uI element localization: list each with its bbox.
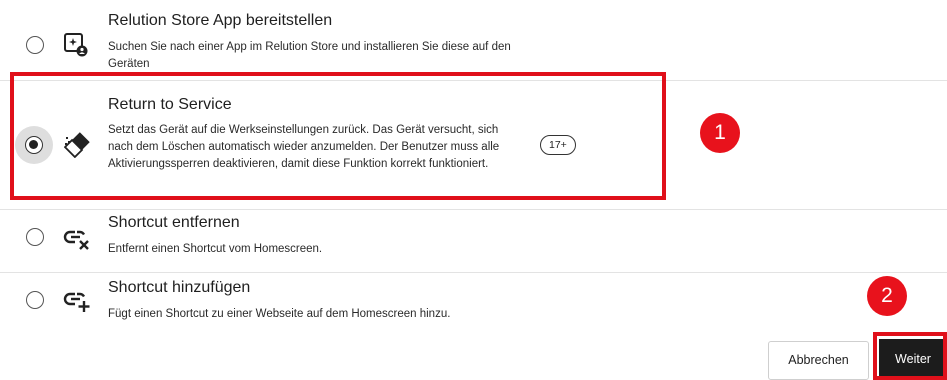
highlight-box-next-button [873, 332, 947, 380]
option-description: Entfernt einen Shortcut vom Homescreen. [108, 243, 323, 255]
option-shortcut-add[interactable]: Shortcut hinzufügen Fügt einen Shortcut … [0, 273, 947, 333]
option-title: Relution Store App bereitstellen [108, 12, 333, 29]
option-shortcut-remove[interactable]: Shortcut entfernen Entfernt einen Shortc… [0, 210, 947, 268]
option-title: Shortcut entfernen [108, 214, 240, 231]
link-remove-icon [63, 225, 89, 251]
annotation-marker-1: 1 [700, 113, 740, 153]
radio-store-app[interactable] [26, 36, 44, 54]
option-title: Shortcut hinzufügen [108, 279, 251, 296]
annotation-marker-2: 2 [867, 276, 907, 316]
radio-shortcut-add[interactable] [26, 291, 44, 309]
cancel-button[interactable]: Abbrechen [768, 341, 869, 380]
store-app-icon [62, 31, 88, 57]
option-description: Suchen Sie nach einer App im Relution St… [108, 41, 511, 70]
option-description: Fügt einen Shortcut zu einer Webseite au… [108, 308, 451, 320]
radio-shortcut-remove[interactable] [26, 228, 44, 246]
link-add-icon [63, 287, 90, 313]
highlight-box-selected-option [10, 72, 666, 200]
option-store-app[interactable]: Relution Store App bereitstellen Suchen … [0, 0, 947, 72]
